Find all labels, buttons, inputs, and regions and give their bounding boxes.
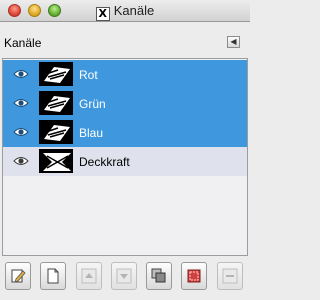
tab-menu-icon[interactable]: ◀	[227, 36, 240, 48]
channel-toolbar	[0, 258, 250, 300]
channel-row-green[interactable]: Grün	[3, 89, 247, 118]
eye-icon[interactable]	[13, 155, 29, 167]
channel-list[interactable]: Rot Grün Blau Deckkraft	[2, 58, 248, 256]
lower-channel-button[interactable]	[111, 262, 137, 290]
raise-channel-button[interactable]	[76, 262, 102, 290]
channel-to-selection-button[interactable]	[181, 262, 207, 290]
eye-icon[interactable]	[13, 97, 29, 109]
duplicate-channel-button[interactable]	[146, 262, 172, 290]
channel-row-red[interactable]: Rot	[3, 60, 247, 89]
raise-channel-icon	[81, 268, 97, 284]
eye-icon[interactable]	[13, 126, 29, 138]
channel-thumbnail	[39, 62, 73, 86]
delete-channel-icon	[222, 268, 238, 284]
channel-row-blue[interactable]: Blau	[3, 118, 247, 147]
channels-window: X Kanäle Kanäle ◀ Rot Grün Blau Deckkraf…	[0, 0, 250, 300]
channel-thumbnail	[39, 91, 73, 115]
channel-to-selection-icon	[187, 269, 201, 283]
dock-title: Kanäle	[4, 36, 42, 50]
window-title: Kanäle	[113, 3, 155, 18]
channel-name: Grün	[79, 97, 106, 111]
edit-channel-icon	[11, 269, 26, 283]
channel-name: Rot	[79, 68, 98, 82]
window-title-area: X Kanäle	[0, 3, 250, 21]
edit-channel-button[interactable]	[5, 262, 31, 290]
new-channel-button[interactable]	[40, 262, 66, 290]
eye-icon[interactable]	[13, 68, 29, 80]
channel-thumbnail	[39, 120, 73, 144]
channel-row-alpha[interactable]: Deckkraft	[3, 147, 247, 176]
title-bar[interactable]: X Kanäle	[0, 0, 250, 22]
new-channel-icon	[47, 268, 59, 284]
channel-name: Blau	[79, 126, 104, 140]
lower-channel-icon	[116, 268, 132, 284]
channel-thumbnail	[39, 149, 73, 173]
x11-icon: X	[95, 7, 110, 21]
duplicate-channel-icon	[151, 268, 166, 283]
delete-channel-button[interactable]	[217, 262, 243, 290]
channel-name: Deckkraft	[79, 155, 130, 169]
